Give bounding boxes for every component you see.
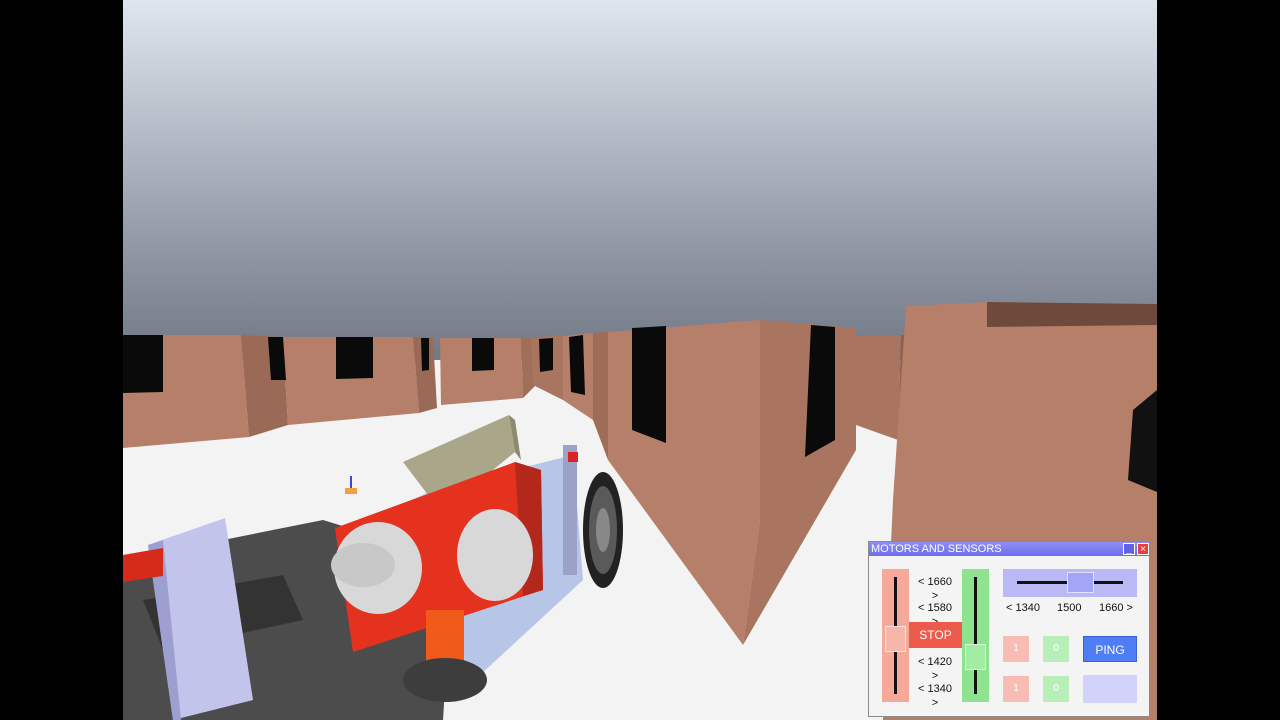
- servo-mid-label[interactable]: 1500: [1057, 601, 1081, 615]
- panel-titlebar[interactable]: MOTORS AND SENSORS _ ×: [869, 542, 1149, 556]
- motors-and-sensors-panel: MOTORS AND SENSORS _ × < 1660 > < 1580 >…: [868, 541, 1150, 717]
- left-sensor-indicator-top: 1: [1003, 636, 1029, 662]
- ping-button[interactable]: PING: [1083, 636, 1137, 662]
- servo-slider[interactable]: [1003, 569, 1137, 597]
- stop-button[interactable]: STOP: [909, 622, 962, 648]
- servo-max-label[interactable]: 1660 >: [1099, 601, 1133, 615]
- right-motor-slider[interactable]: [962, 569, 989, 702]
- panel-title: MOTORS AND SENSORS: [871, 543, 1002, 555]
- right-motor-slider-thumb[interactable]: [965, 644, 986, 670]
- servo-slider-thumb[interactable]: [1067, 572, 1094, 593]
- right-sensor-indicator-bottom: 0: [1043, 676, 1069, 702]
- minimize-button[interactable]: _: [1123, 543, 1135, 555]
- right-sensor-indicator-top: 0: [1043, 636, 1069, 662]
- left-motor-slider[interactable]: [882, 569, 909, 702]
- left-motor-slider-thumb[interactable]: [885, 626, 906, 652]
- close-button[interactable]: ×: [1137, 543, 1149, 555]
- speed-label-1420[interactable]: < 1420 >: [914, 655, 956, 683]
- speed-label-1660[interactable]: < 1660 >: [914, 575, 956, 603]
- letterbox-left: [0, 0, 123, 720]
- ping-distance-display: [1083, 675, 1137, 703]
- right-motor-slider-track: [974, 577, 977, 694]
- speed-label-1340[interactable]: < 1340 >: [914, 682, 956, 710]
- letterbox-right: [1157, 0, 1280, 720]
- left-sensor-indicator-bottom: 1: [1003, 676, 1029, 702]
- servo-min-label[interactable]: < 1340: [1006, 601, 1040, 615]
